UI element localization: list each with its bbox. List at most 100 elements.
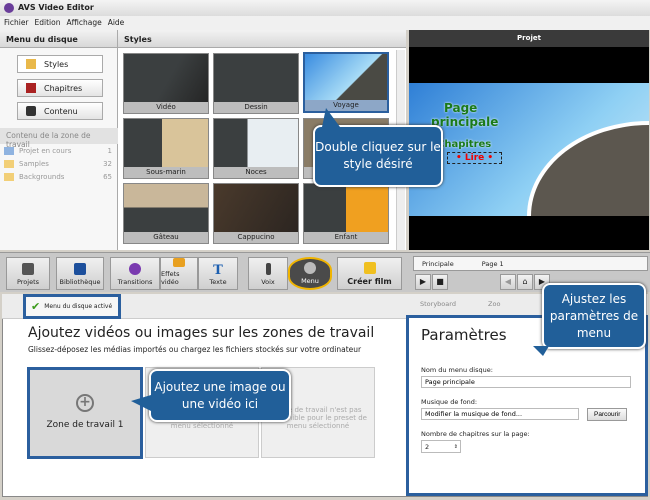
library-icon: [74, 263, 86, 275]
workspace-instructions: Glissez-déposez les médias importés ou c…: [28, 345, 362, 354]
item-label: Samples: [19, 160, 49, 168]
chapters-count-label: Nombre de chapitres sur la page:: [421, 430, 530, 438]
voix-button[interactable]: Voix: [248, 257, 288, 290]
zone-label: Zone de travail 1: [46, 420, 124, 430]
menu-name-input[interactable]: [421, 376, 631, 388]
storyboard-toggle[interactable]: Storyboard Zoo: [420, 300, 500, 308]
effects-icon: [173, 258, 185, 267]
menu-edition[interactable]: Edition: [35, 18, 61, 28]
menu-aide[interactable]: Aide: [108, 18, 125, 28]
menu-fichier[interactable]: Fichier: [4, 18, 29, 28]
project-icon: [4, 147, 14, 155]
callout-tail: [322, 108, 340, 127]
style-tile-cappucino[interactable]: Cappucino: [213, 183, 299, 244]
tab-principale[interactable]: Principale: [414, 260, 474, 268]
disc-menu-icon: [304, 262, 316, 274]
menu-name-label: Nom du menu disque:: [421, 366, 493, 374]
add-icon: +: [76, 394, 94, 412]
style-tile-video[interactable]: Vidéo: [123, 53, 209, 114]
workspace-headline: Ajoutez vidéos ou images sur les zones d…: [28, 325, 375, 341]
tile-label: Noces: [214, 167, 298, 178]
effets-video-button[interactable]: Effets vidéo: [160, 257, 198, 290]
preview-title: Page: [444, 101, 478, 115]
text-icon: T: [213, 263, 223, 278]
transitions-icon: [129, 263, 141, 275]
creer-film-button[interactable]: Créer film: [337, 257, 402, 290]
list-item[interactable]: Projet en cours 1: [4, 147, 112, 155]
home-button[interactable]: ⌂: [517, 274, 533, 290]
stop-button[interactable]: ■: [432, 274, 448, 290]
callout-tail: [131, 395, 151, 411]
callout-styles: Double cliquez sur le style désiré: [313, 125, 443, 187]
style-tile-sous-marin[interactable]: Sous-marin: [123, 118, 209, 179]
chapters-icon: [26, 83, 36, 93]
callout-text: Ajustez les paramètres de menu: [549, 291, 639, 340]
button-label: Contenu: [44, 106, 78, 116]
checkbox-label: Menu du disque activé: [44, 303, 113, 310]
create-film-icon: [363, 262, 376, 274]
preview-play[interactable]: • Lire •: [447, 152, 503, 164]
tile-label: Dessin: [214, 102, 298, 113]
folder-icon: [4, 173, 14, 181]
bibliotheque-button[interactable]: Bibliothèque: [56, 257, 104, 290]
item-label: Backgrounds: [19, 173, 65, 181]
item-count: 1: [107, 147, 112, 155]
app-logo-icon: [4, 3, 14, 13]
button-label: Styles: [44, 59, 69, 69]
disc-menu-activated-checkbox[interactable]: ✔ Menu du disque activé: [23, 294, 121, 319]
callout-zone: Ajoutez une image ou une vidéo ici: [149, 369, 291, 422]
menu-affichage[interactable]: Affichage: [66, 18, 101, 28]
style-tile-enfant[interactable]: Enfant: [303, 183, 389, 244]
tab-page-1[interactable]: Page 1: [474, 260, 524, 268]
chapters-button[interactable]: Chapitres: [17, 79, 103, 97]
styles-button[interactable]: Styles: [17, 55, 103, 73]
section-header: Contenu de la zone de travail: [0, 128, 118, 149]
list-item[interactable]: Samples 32: [4, 160, 112, 168]
microphone-icon: [265, 263, 271, 275]
spin-arrows-icon[interactable]: ⇕: [454, 444, 458, 450]
menu-preview[interactable]: Page principale Chapitres • Lire •: [409, 83, 649, 216]
checkmark-icon: ✔: [31, 300, 41, 313]
transitions-button[interactable]: Transitions: [110, 257, 160, 290]
button-label: Texte: [209, 278, 227, 286]
storyboard-label: Storyboard: [420, 300, 456, 308]
button-label: Transitions: [117, 278, 153, 286]
projects-icon: [22, 263, 34, 275]
menu-button[interactable]: Menu: [288, 257, 332, 290]
project-preview-panel: Projet Page principale Chapitres • Lire …: [409, 30, 649, 250]
stepper-value: 2: [425, 442, 430, 451]
button-label: Créer film: [347, 277, 392, 286]
tile-label: Voyage: [305, 100, 387, 111]
music-label: Musique de fond:: [421, 398, 478, 406]
play-button[interactable]: ▶: [415, 274, 431, 290]
texte-button[interactable]: T Texte: [198, 257, 238, 290]
browse-button[interactable]: Parcourir: [587, 408, 628, 421]
list-item[interactable]: Backgrounds 65: [4, 173, 112, 181]
style-tile-gateau[interactable]: Gâteau: [123, 183, 209, 244]
panel-header: Menu du disque: [0, 30, 117, 48]
chapters-count-stepper[interactable]: 2 ⇕: [421, 440, 461, 453]
content-button[interactable]: Contenu: [17, 102, 103, 120]
prev-page-button[interactable]: ◀: [500, 274, 516, 290]
zoom-label: Zoo: [488, 300, 501, 308]
callout-text: Double cliquez sur le style désiré: [315, 140, 441, 171]
callout-text: Ajoutez une image ou une vidéo ici: [154, 379, 286, 411]
tile-label: Gâteau: [124, 232, 208, 243]
window-title: AVS Video Editor: [18, 3, 94, 12]
menu-bar: Fichier Edition Affichage Aide: [0, 16, 650, 30]
style-tile-voyage[interactable]: Voyage: [303, 52, 389, 113]
button-label: Effets vidéo: [161, 270, 180, 286]
styles-icon: [26, 59, 36, 69]
preview-chapters: Chapitres: [437, 139, 492, 150]
panel-header: Projet: [409, 30, 649, 47]
button-label: Menu: [301, 277, 319, 285]
projets-button[interactable]: Projets: [6, 257, 50, 290]
style-tile-dessin[interactable]: Dessin: [213, 53, 299, 114]
style-tile-noces[interactable]: Noces: [213, 118, 299, 179]
tile-label: Cappucino: [214, 232, 298, 243]
item-count: 65: [103, 173, 112, 181]
work-zone-1[interactable]: + Zone de travail 1: [27, 367, 143, 459]
tile-label: Sous-marin: [124, 167, 208, 178]
title-bar: AVS Video Editor: [0, 0, 650, 16]
music-input[interactable]: [421, 408, 579, 420]
